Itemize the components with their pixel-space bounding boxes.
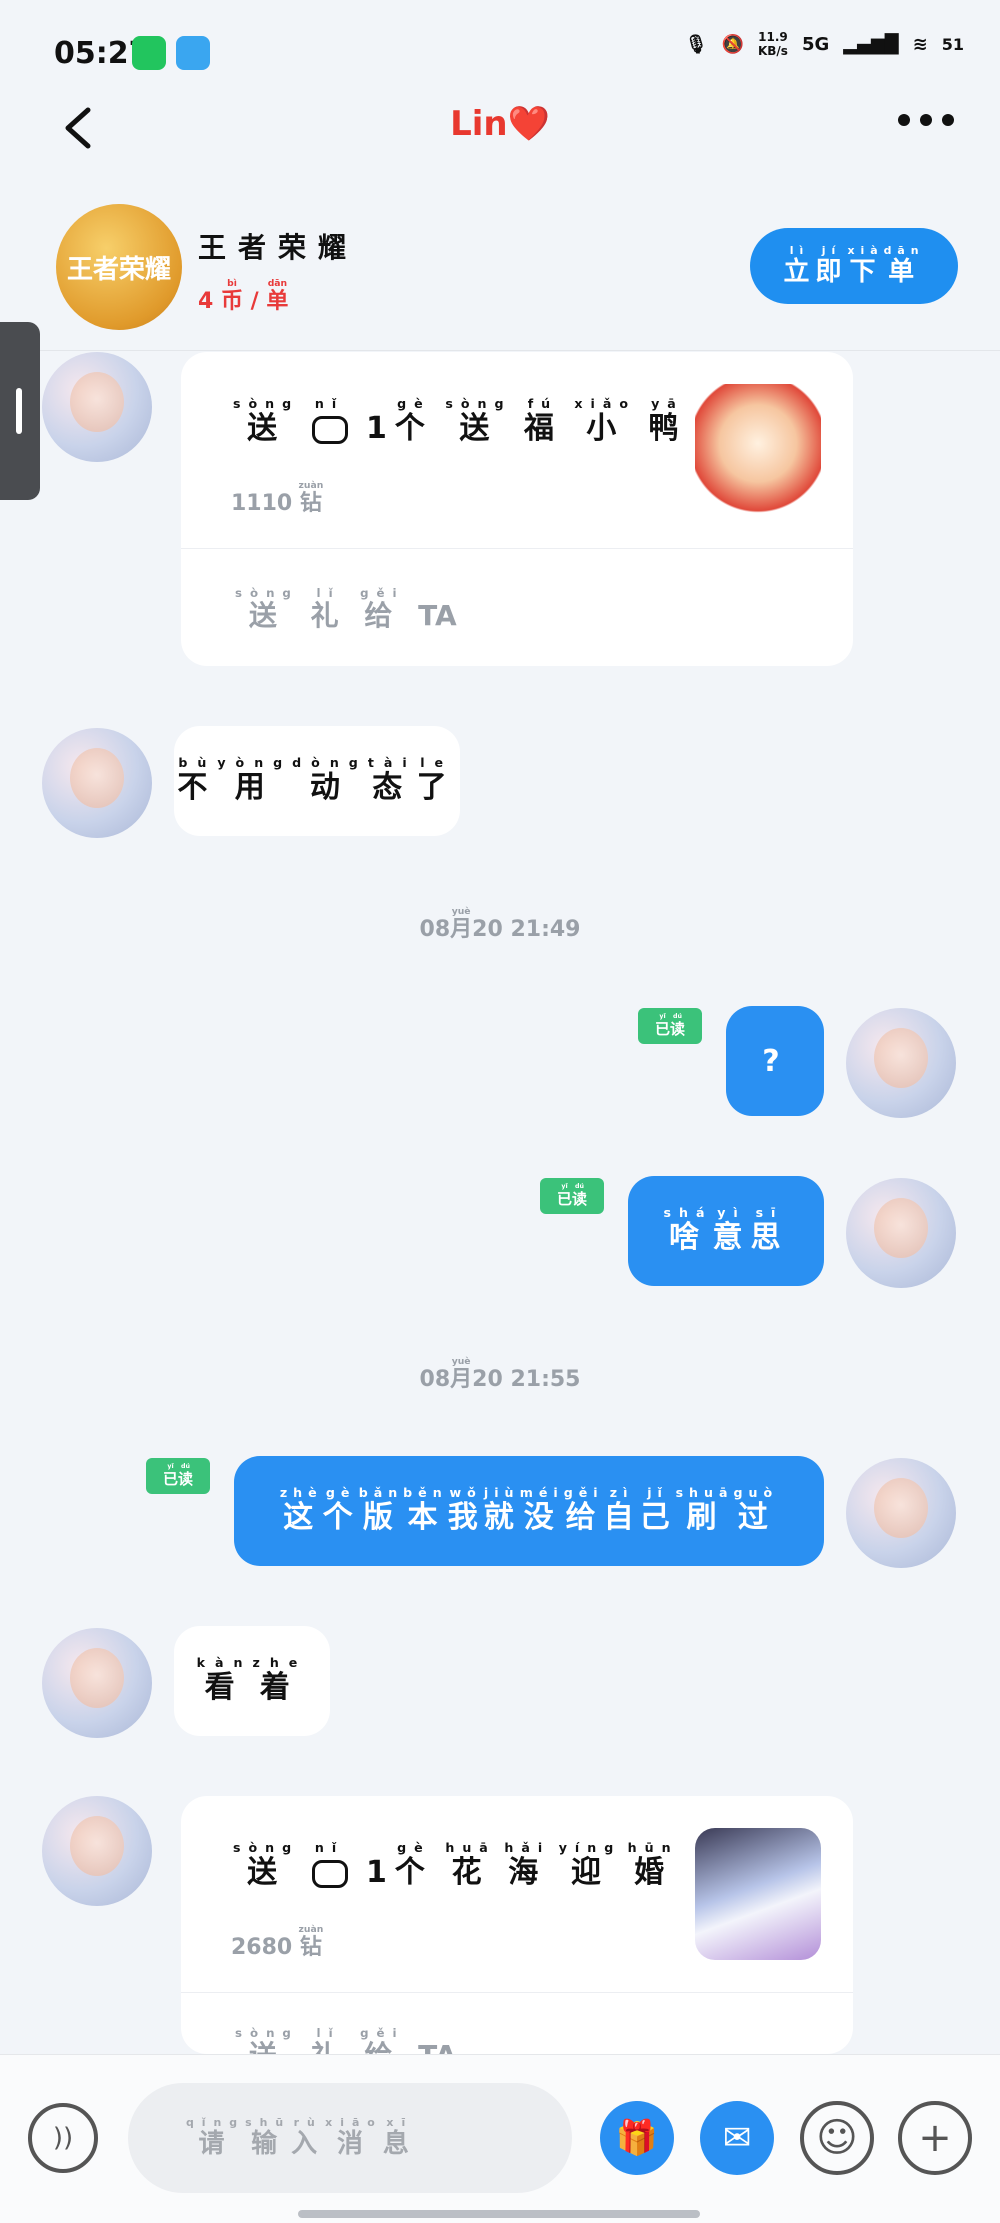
message-bubble[interactable]: 这zhè 个gè 版bǎn 本běn 我wǒ 就jiù 没méi 给gěi 自z…: [234, 1456, 824, 1566]
message-bubble[interactable]: ?: [726, 1006, 824, 1116]
signal-label: 5G: [801, 33, 830, 55]
mute-bell-icon: 🔕: [721, 33, 744, 55]
timestamp: 08月yuè20 21:55: [419, 1356, 581, 1392]
red-packet-icon[interactable]: ✉: [700, 2101, 774, 2175]
emoji-icon[interactable]: ☺: [800, 2101, 874, 2175]
read-badge: 已yǐ 读dú: [638, 1008, 702, 1044]
gift-card[interactable]: 送sòng nǐ 1个gè 花huā 海hǎi 迎yíng 婚hūn 2680 …: [181, 1796, 853, 2054]
message-bubble[interactable]: 看kàn 着zhe: [174, 1626, 330, 1736]
send-gift-link[interactable]: 送sòng 礼lǐ 给gěi TA: [235, 586, 457, 634]
gift-card[interactable]: 送sòng nǐ 1个gè 送sòng 福fú 小xiǎo 鸭yā 1110 钻…: [181, 352, 853, 666]
avatar[interactable]: [846, 1008, 956, 1118]
input-bar: )) 请qǐng 输shū 入rù 消xiāo 息xī 🎁 ✉ ☺ +: [0, 2054, 1000, 2223]
gift-message: 送sòng nǐ 1个gè 送sòng 福fú 小xiǎo 鸭yā: [233, 396, 687, 446]
avatar[interactable]: [846, 1178, 956, 1288]
cat-icon: [311, 1859, 348, 1888]
gift-duck-image: [695, 384, 821, 516]
status-bar: 05:27 🎙 🔕 11.9 KB/s 5G ▂▄▆█ ≋ 51: [0, 0, 1000, 100]
chat-title: Lin❤️: [450, 104, 550, 144]
floating-side-handle[interactable]: [0, 322, 40, 500]
signal-bars-icon: ▂▄▆█: [843, 33, 899, 55]
cat-icon: [311, 415, 348, 444]
wechat-icon: [132, 36, 166, 70]
avatar[interactable]: [42, 1796, 152, 1906]
voice-icon[interactable]: )): [28, 2103, 98, 2173]
send-gift-link[interactable]: 送sòng 礼lǐ 给gěi TA: [235, 2026, 457, 2054]
avatar[interactable]: [42, 728, 152, 838]
read-badge: 已yǐ 读dú: [146, 1458, 210, 1494]
app-icon: [176, 36, 210, 70]
mic-icon: 🎙: [684, 33, 708, 55]
game-logo: 王者荣耀: [56, 204, 182, 330]
read-badge: 已yǐ 读dú: [540, 1178, 604, 1214]
gift-icon[interactable]: 🎁: [600, 2101, 674, 2175]
status-indicators: 🎙 🔕 11.9 KB/s 5G ▂▄▆█ ≋ 51: [685, 30, 964, 58]
gift-wedding-image: [695, 1828, 821, 1960]
avatar[interactable]: [42, 1628, 152, 1738]
gift-message: 送sòng nǐ 1个gè 花huā 海hǎi 迎yíng 婚hūn: [233, 1840, 679, 1890]
timestamp: 08月yuè20 21:49: [419, 906, 581, 942]
message-bubble[interactable]: 啥shá 意yì 思sī: [628, 1176, 824, 1286]
game-price: 4 币bì / 单dān: [198, 278, 289, 314]
gift-price: 1110 钻zuàn: [231, 480, 324, 516]
wifi-icon: ≋: [912, 33, 928, 55]
avatar[interactable]: [846, 1458, 956, 1568]
game-name: 王者荣耀: [198, 231, 359, 264]
more-icon[interactable]: [898, 114, 954, 126]
gift-price: 2680 钻zuàn: [231, 1924, 324, 1960]
message-input[interactable]: 请qǐng 输shū 入rù 消xiāo 息xī: [128, 2083, 572, 2193]
game-order-panel: 王者荣耀 王者荣耀 4 币bì / 单dān 立lì 即jí 下xià 单dān: [0, 190, 1000, 351]
avatar[interactable]: [42, 352, 152, 462]
net-speed: 11.9 KB/s: [757, 30, 788, 58]
order-now-button[interactable]: 立lì 即jí 下xià 单dān: [750, 228, 958, 304]
plus-icon[interactable]: +: [898, 2101, 972, 2175]
chat-header: Lin❤️: [0, 100, 1000, 160]
battery-level: 51: [941, 34, 964, 54]
home-indicator: [298, 2210, 700, 2218]
message-bubble[interactable]: 不bù 用yòng 动dòng 态tài 了le: [174, 726, 460, 836]
